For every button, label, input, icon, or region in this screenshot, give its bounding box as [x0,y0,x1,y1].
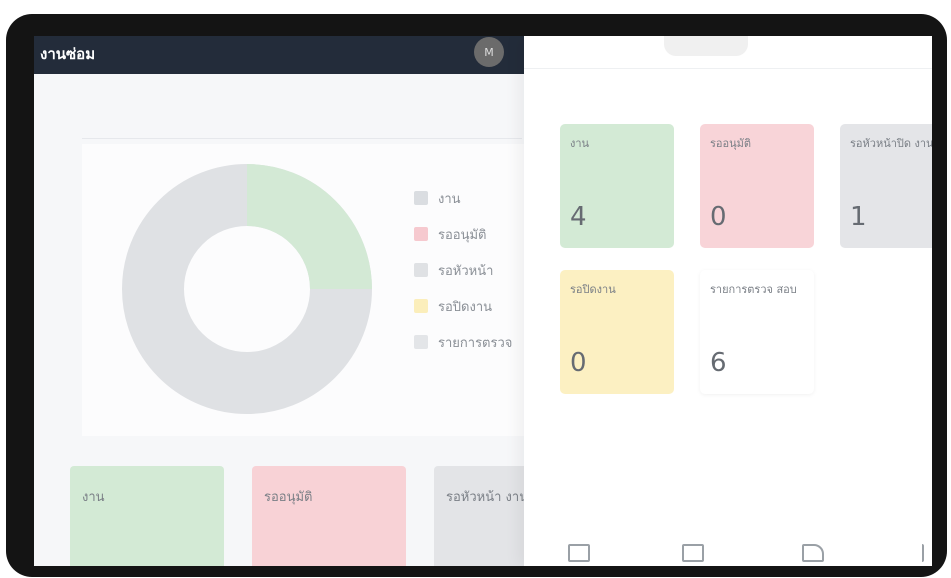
legend-swatch [414,299,428,313]
stat-label: รอปิดงาน [570,283,616,296]
legend-swatch [414,191,428,205]
legend-item[interactable]: รอหัวหน้า [414,252,512,288]
card-label: รออนุมัติ [264,490,313,505]
legend-label: รายการตรวจ [438,335,513,351]
list-icon[interactable] [682,544,704,562]
stat-value: 6 [710,348,727,378]
legend-label: รอปิดงาน [438,299,493,315]
stat-card-pending-supervisor-close[interactable]: รอหัวหน้าปิด งาน 1 [840,124,932,248]
pen-icon[interactable] [802,544,824,562]
legend-swatch [414,335,428,349]
stat-value: 4 [570,202,587,232]
donut-segment-work [245,164,372,291]
legend-item[interactable]: รอปิดงาน [414,288,512,324]
donut-chart [122,164,372,414]
legend-label: งาน [438,191,461,207]
legend-item[interactable]: รออนุมัติ [414,216,512,252]
stat-label: งาน [570,137,590,150]
more-icon[interactable] [912,544,924,562]
status-chart-card: งาน รออนุมัติ รอหัวหน้า รอปิดงาน รายการต… [82,144,532,436]
legend-swatch [414,263,428,277]
phone-header-divider [524,68,932,69]
stat-label: รอหัวหน้าปิด งาน [850,137,932,150]
status-bar [664,36,748,56]
calendar-icon[interactable] [568,544,590,562]
summary-card-work[interactable]: งาน [70,466,224,566]
stat-value: 1 [850,202,867,232]
app-header: งานซ่อม M [34,36,524,74]
legend-label: รออนุมัติ [438,227,487,243]
tablet-screen: งานซ่อม M งาน รออนุมัติ รอหัวหน้า รอปิดง… [34,36,932,566]
legend-swatch [414,227,428,241]
stat-card-pending-approval[interactable]: รออนุมัติ 0 [700,124,814,248]
divider [82,138,522,139]
legend-label: รอหัวหน้า [438,263,494,279]
page-title: งานซ่อม [40,45,96,63]
stat-value: 0 [570,348,587,378]
mobile-preview-panel: งาน 4 รออนุมัติ 0 รอหัวหน้าปิด งาน 1 รอป… [524,36,932,566]
legend-item[interactable]: งาน [414,180,512,216]
stat-card-pending-close[interactable]: รอปิดงาน 0 [560,270,674,394]
stat-label: รออนุมัติ [710,137,752,150]
stat-card-inspection-list[interactable]: รายการตรวจ สอบ 6 [700,270,814,394]
card-label: งาน [82,490,105,505]
stat-label: รายการตรวจ สอบ [710,283,797,296]
stat-card-work[interactable]: งาน 4 [560,124,674,248]
card-label: รอหัวหน้า งาน [446,490,529,505]
summary-card-pending-approval[interactable]: รออนุมัติ [252,466,406,566]
avatar[interactable]: M [474,37,504,67]
chart-legend: งาน รออนุมัติ รอหัวหน้า รอปิดงาน รายการต… [414,180,512,360]
stat-value: 0 [710,202,727,232]
legend-item[interactable]: รายการตรวจ [414,324,512,360]
